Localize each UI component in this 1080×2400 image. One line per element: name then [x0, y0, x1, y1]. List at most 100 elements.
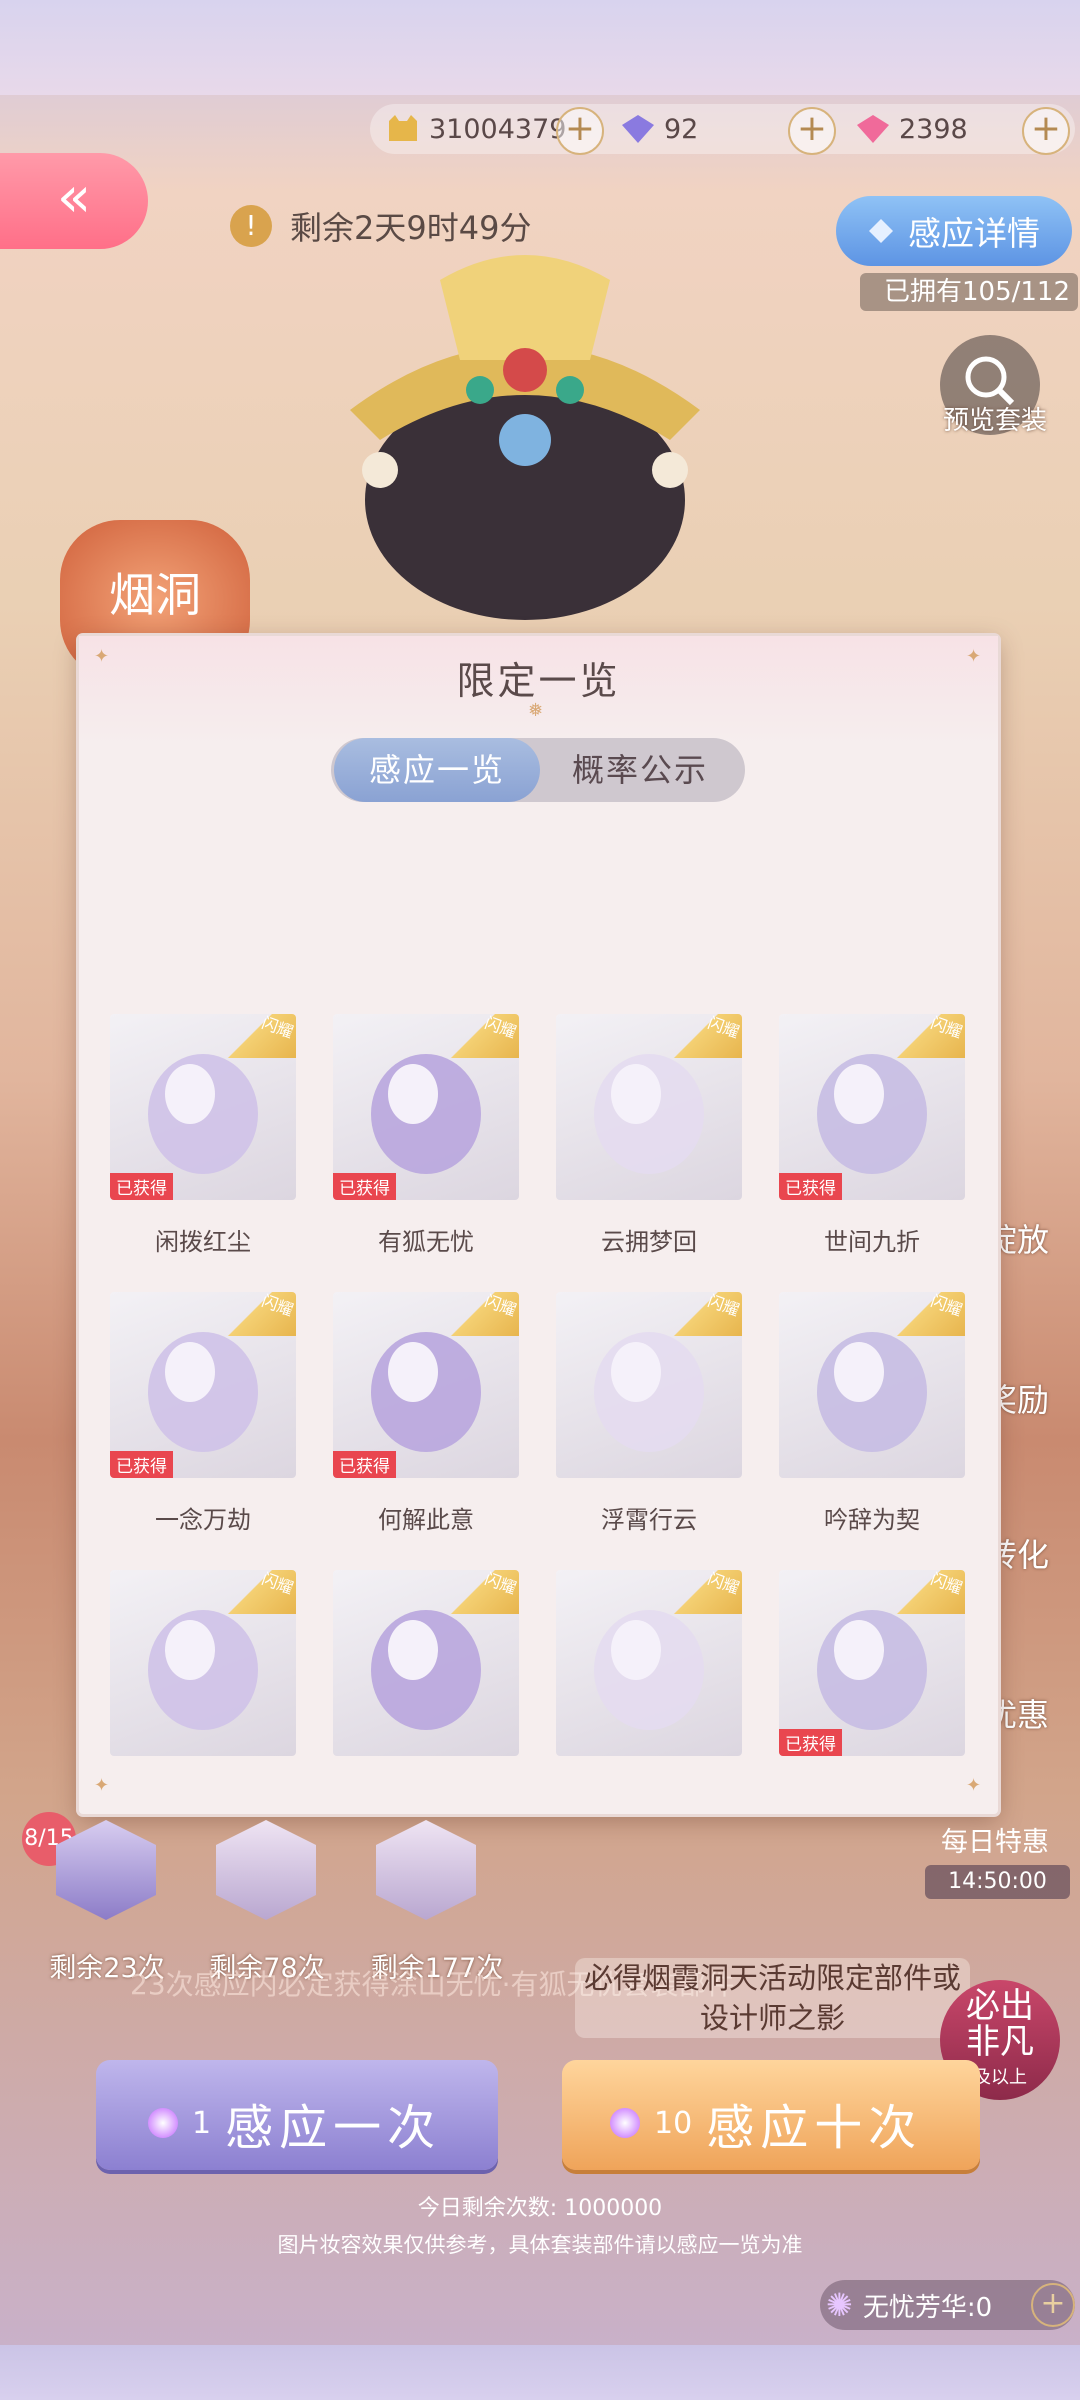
add-wuyou-button[interactable]: + [1031, 2283, 1075, 2327]
obtained-tag: 已获得 [779, 1173, 842, 1200]
flash-ribbon: 闪耀 [431, 1292, 519, 1336]
item-thumbnail: 闪耀已获得 [110, 1292, 296, 1478]
item-thumbnail: 闪耀 [556, 1014, 742, 1200]
item-name: 何解此意 [378, 1506, 474, 1534]
pool-1-button[interactable] [56, 1820, 164, 1928]
pink-diamond-icon [857, 115, 889, 143]
flash-ribbon: 闪耀 [208, 1570, 296, 1614]
item-name: 浮霄行云 [601, 1506, 697, 1534]
flash-ribbon: 闪耀 [431, 1014, 519, 1058]
diamond-amount: 92 [664, 113, 699, 145]
tab-probability[interactable]: 概率公示 [540, 738, 740, 802]
obtained-tag: 已获得 [110, 1451, 173, 1478]
pool-2-button[interactable] [216, 1820, 324, 1928]
must-get-text: 必得烟霞洞天活动限定部件或设计师之影 [575, 1958, 970, 2038]
flash-tag: 闪耀 [928, 1014, 965, 1042]
flash-ribbon: 闪耀 [877, 1014, 965, 1058]
portrait-thumbnail [376, 1820, 476, 1920]
dress-thumbnail [56, 1820, 156, 1920]
item-thumbnail: 闪耀 [110, 1570, 296, 1756]
side-tab-discount[interactable]: 优惠 [985, 1690, 1080, 1736]
pink-diamond-amount: 2398 [899, 113, 968, 145]
flash-ribbon: 闪耀 [654, 1570, 742, 1614]
draw-ten-count: 10 [654, 2105, 693, 2141]
item-thumbnail: 闪耀 [556, 1570, 742, 1756]
cat-coin-icon [389, 115, 417, 141]
draw-once-count: 1 [192, 2105, 212, 2141]
back-button[interactable]: « [0, 153, 148, 249]
side-tab-reward[interactable]: 奖励 [985, 1375, 1080, 1421]
preview-outfit-label: 预览套装 [942, 406, 1047, 436]
remaining-today: 今日剩余次数: 1000000 [417, 2196, 663, 2221]
flash-ribbon: 闪耀 [654, 1014, 742, 1058]
diamond-icon [622, 115, 654, 143]
flash-ribbon: 闪耀 [877, 1570, 965, 1614]
flash-ribbon: 闪耀 [431, 1570, 519, 1614]
obtained-tag: 已获得 [333, 1173, 396, 1200]
pink-diamond-currency: 2398 [855, 104, 968, 154]
daily-deal-label[interactable]: 每日特惠 [920, 1820, 1070, 1859]
exclamation-icon: ! [230, 205, 272, 247]
item-thumbnail: 闪耀已获得 [333, 1292, 519, 1478]
portrait-thumbnail [216, 1820, 316, 1920]
item-name: 世间九折 [824, 1228, 920, 1256]
draw-once-button[interactable]: 1 感应一次 [96, 2060, 498, 2170]
item-thumbnail: 闪耀 [333, 1570, 519, 1756]
badge-line: 必出 [966, 1986, 1034, 2026]
badge-line: 非凡 [966, 2022, 1034, 2062]
diamond-small-icon [869, 219, 893, 243]
draw-ten-label: 感应十次 [706, 2100, 923, 2156]
flash-tag: 闪耀 [928, 1292, 965, 1320]
item-name: 一念万劫 [155, 1506, 251, 1534]
detail-button-label: 感应详情 [908, 214, 1040, 253]
headpiece-artwork [350, 255, 700, 620]
side-tab-bloom[interactable]: 绽放 [985, 1215, 1080, 1261]
flash-ribbon: 闪耀 [208, 1292, 296, 1336]
flash-tag: 闪耀 [259, 1570, 296, 1598]
gold-amount: 31004379 [429, 113, 567, 145]
corner-ornament-icon: ✦ [94, 1775, 110, 1796]
flash-tag: 闪耀 [928, 1570, 965, 1598]
flash-tag: 闪耀 [482, 1014, 519, 1042]
flash-tag: 闪耀 [259, 1292, 296, 1320]
gold-currency: 31004379 [385, 104, 566, 154]
item-thumbnail: 闪耀 已获得 [110, 1014, 296, 1200]
flash-ribbon: 闪耀 [208, 1014, 296, 1058]
side-tab-convert[interactable]: 转化 [985, 1530, 1080, 1576]
draw-ten-button[interactable]: 10 感应十次 [562, 2060, 980, 2170]
add-gold-button[interactable]: + [556, 107, 604, 155]
top-strip [0, 0, 1080, 95]
disclaimer: 图片妆容效果仅供参考，具体套装部件请以感应一览为准 [277, 2233, 803, 2257]
obtained-tag: 已获得 [333, 1451, 396, 1478]
item-name: 有狐无忧 [378, 1228, 474, 1256]
back-chevron-icon: « [56, 165, 92, 230]
item-thumbnail: 闪耀 [556, 1292, 742, 1478]
flash-tag: 闪耀 [705, 1292, 742, 1320]
item-thumbnail: 闪耀已获得 [779, 1014, 965, 1200]
wuyou-amount: 无忧芳华:0 [862, 2292, 993, 2323]
item-name: 闲拨红尘 [155, 1228, 251, 1256]
daily-deal-timer: 14:50:00 [925, 1865, 1070, 1899]
wuyou-currency: ✺ 无忧芳华:0 + [820, 2280, 1075, 2330]
obtained-tag: 已获得 [779, 1729, 842, 1756]
flash-tag: 闪耀 [482, 1292, 519, 1320]
bottom-strip [0, 2345, 1080, 2400]
event-timer: ! 剩余2天9时49分 [230, 195, 790, 257]
flash-ribbon: 闪耀 [877, 1292, 965, 1336]
timer-text: 剩余2天9时49分 [290, 209, 532, 247]
item-thumbnail: 闪耀 [779, 1292, 965, 1478]
flash-tag: 闪耀 [482, 1570, 519, 1598]
add-pink-diamond-button[interactable]: + [1022, 107, 1070, 155]
add-diamond-button[interactable]: + [788, 107, 836, 155]
flash-ribbon: 闪耀 [654, 1292, 742, 1336]
item-name: 吟辞为契 [824, 1506, 920, 1534]
flash-tag: 闪耀 [705, 1014, 742, 1042]
sparkle-icon: ✺ [826, 2286, 853, 2324]
detail-button[interactable]: 感应详情 [836, 196, 1072, 266]
pool-3-button[interactable] [376, 1820, 484, 1928]
tab-induction-list[interactable]: 感应一览 [334, 738, 540, 802]
item-thumbnail: 闪耀已获得 [333, 1014, 519, 1200]
modal-title: 限定一览 [456, 659, 621, 703]
flash-tag: 闪耀 [705, 1570, 742, 1598]
owned-count: 已拥有105/112 [860, 273, 1078, 311]
